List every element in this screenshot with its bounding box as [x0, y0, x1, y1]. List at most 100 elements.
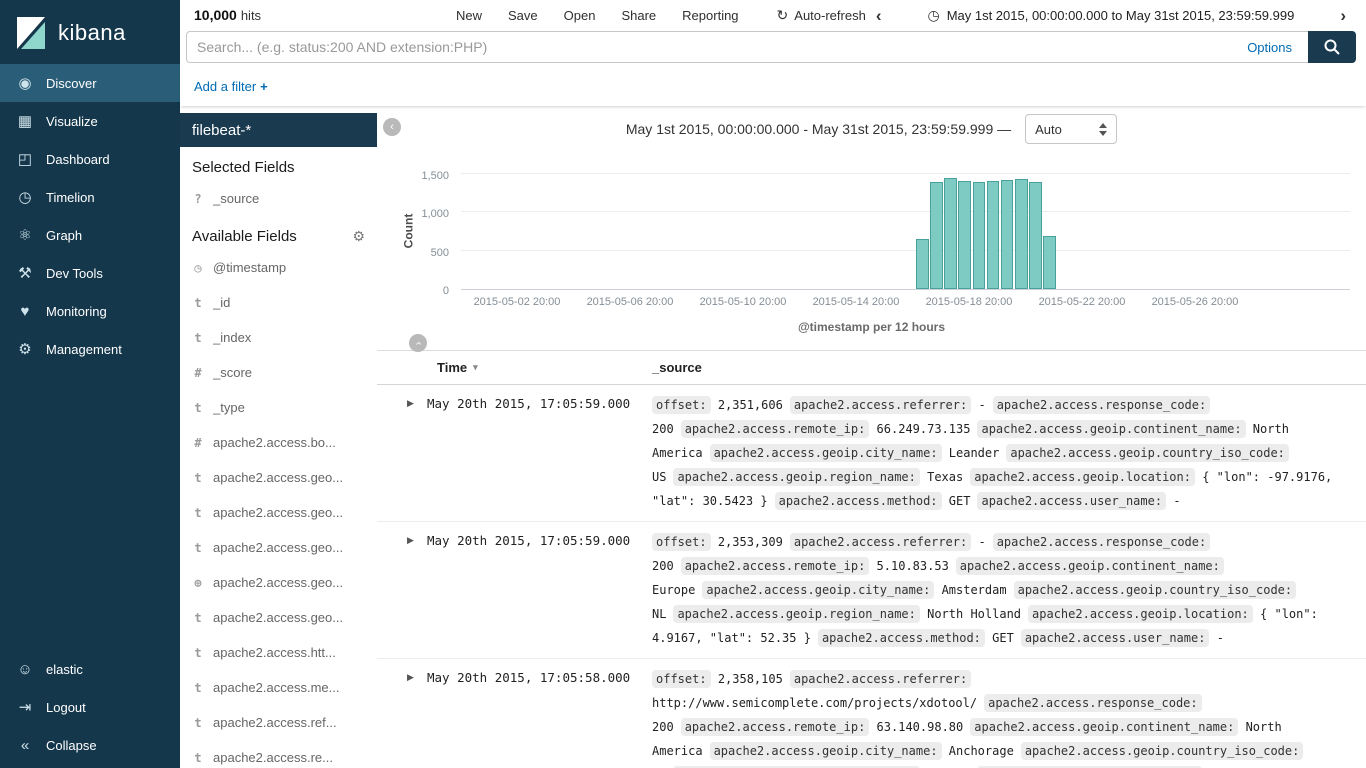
histogram-bar[interactable]	[1029, 182, 1042, 289]
field-name-badge: apache2.access.remote_ip:	[680, 718, 870, 736]
field-name-badge: apache2.access.user_name:	[1020, 629, 1210, 647]
number-type-icon: #	[194, 365, 202, 380]
menu-open[interactable]: Open	[564, 8, 596, 23]
source-column-header: _source	[652, 360, 702, 375]
field-value: Europe	[652, 583, 696, 597]
sidebar-item-label: elastic	[46, 661, 83, 677]
histogram-bar[interactable]	[972, 182, 986, 289]
field-item-apache2-access-ref[interactable]: t apache2.access.ref...	[180, 705, 377, 740]
timepicker-back-button[interactable]: ‹	[866, 7, 892, 24]
field-item-@timestamp[interactable]: ◷ @timestamp	[180, 250, 377, 285]
sidebar-item-collapse[interactable]: « Collapse	[0, 726, 180, 764]
string-type-icon: t	[194, 540, 202, 555]
global-nav-footer: ☺ elastic ⇥ Logout « Collapse	[0, 650, 180, 768]
search-button[interactable]	[1308, 31, 1356, 63]
top-toolbar: 10,000 hits New Save Open Share Reporting ↻ A…	[180, 0, 1366, 30]
histogram-bar[interactable]	[1043, 236, 1056, 289]
menu-reporting[interactable]: Reporting	[682, 8, 738, 23]
string-type-icon: t	[194, 330, 202, 345]
histogram-bar[interactable]	[916, 239, 929, 289]
sidebar-item-graph[interactable]: ⚛ Graph	[0, 216, 180, 254]
kibana-logo[interactable]: kibana	[0, 0, 180, 64]
field-item-apache2-access-re[interactable]: t apache2.access.re...	[180, 740, 377, 768]
sidebar-item-logout[interactable]: ⇥ Logout	[0, 688, 180, 726]
selected-fields-list: ? _source	[180, 181, 377, 216]
menu-save[interactable]: Save	[508, 8, 538, 23]
time-column-header[interactable]: Time ▾	[437, 360, 652, 375]
timepicker: ‹ ◷ May 1st 2015, 00:00:00.000 to May 31…	[866, 7, 1356, 24]
field-item-apache2-access-bo[interactable]: # apache2.access.bo...	[180, 425, 377, 460]
x-tick-label: 2015-05-26 20:00	[1151, 296, 1239, 308]
clock-icon: ◷	[927, 6, 940, 23]
histogram-bar[interactable]	[1000, 180, 1014, 289]
chevron-up-icon: ‹	[412, 341, 425, 345]
search-input[interactable]	[187, 32, 1232, 62]
field-name: apache2.access.geo...	[213, 470, 344, 485]
field-item-apache2-access-me[interactable]: t apache2.access.me...	[180, 670, 377, 705]
menu-share[interactable]: Share	[621, 8, 656, 23]
histogram-header: May 1st 2015, 00:00:00.000 - May 31st 20…	[377, 112, 1366, 146]
index-pattern-selector[interactable]: filebeat-*	[180, 113, 377, 147]
sidebar-item-label: Dev Tools	[46, 265, 103, 281]
histogram-bar[interactable]	[986, 181, 1000, 289]
sidebar-item-label: Collapse	[46, 737, 97, 753]
field-value: 5.10.83.53	[876, 559, 949, 573]
x-tick-label: 2015-05-14 20:00	[812, 296, 900, 308]
options-link[interactable]: Options	[1231, 40, 1308, 55]
collapse-fields-button[interactable]: ‹	[383, 118, 401, 136]
chevron-left-icon: ‹	[390, 120, 394, 133]
add-filter-button[interactable]: Add a filter +	[194, 79, 268, 94]
field-value: GET	[948, 494, 971, 508]
gridline	[461, 211, 1350, 213]
sidebar-item-visualize[interactable]: ▦ Visualize	[0, 102, 180, 140]
sidebar-item-user[interactable]: ☺ elastic	[0, 650, 180, 688]
histogram-bar[interactable]	[1015, 179, 1028, 289]
sidebar-item-timelion[interactable]: ◷ Timelion	[0, 178, 180, 216]
field-settings-gear-icon[interactable]: ⚙	[352, 228, 365, 245]
field-name-badge: apache2.access.geoip.continent_name:	[970, 718, 1239, 736]
field-item-_score[interactable]: # _score	[180, 355, 377, 390]
field-item-_source[interactable]: ? _source	[180, 181, 377, 216]
select-arrows-icon	[1099, 122, 1108, 136]
field-name-badge: offset:	[652, 533, 711, 551]
histogram-bar[interactable]	[958, 181, 971, 289]
interval-select[interactable]: Auto	[1025, 114, 1118, 144]
timepicker-range-button[interactable]: ◷ May 1st 2015, 00:00:00.000 to May 31st…	[892, 7, 1331, 24]
row-time: May 20th 2015, 17:05:59.000	[427, 396, 631, 411]
sidebar-item-discover[interactable]: ◉ Discover	[0, 64, 180, 102]
expand-row-caret-icon[interactable]: ▶	[407, 667, 427, 683]
sidebar-item-dashboard[interactable]: ◰ Dashboard	[0, 140, 180, 178]
available-fields-heading: Available Fields ⚙	[192, 228, 365, 245]
field-item-apache2-access-htt[interactable]: t apache2.access.htt...	[180, 635, 377, 670]
field-item-apache2-access-geo[interactable]: t apache2.access.geo...	[180, 495, 377, 530]
field-item-apache2-access-geo[interactable]: t apache2.access.geo...	[180, 460, 377, 495]
expand-row-caret-icon[interactable]: ▶	[407, 393, 427, 409]
field-name: _id	[213, 295, 231, 310]
sidebar-item-monitoring[interactable]: ♥ Monitoring	[0, 292, 180, 330]
field-name: apache2.access.geo...	[213, 610, 344, 625]
timepicker-forward-button[interactable]: ›	[1330, 7, 1356, 24]
sidebar-item-dev-tools[interactable]: ⚒ Dev Tools	[0, 254, 180, 292]
field-name-badge: apache2.access.response_code:	[992, 533, 1211, 551]
field-item-apache2-access-geo[interactable]: t apache2.access.geo...	[180, 600, 377, 635]
string-type-icon: t	[194, 505, 202, 520]
sidebar-item-management[interactable]: ⚙ Management	[0, 330, 180, 368]
field-item-apache2-access-geo[interactable]: ⊕ apache2.access.geo...	[180, 565, 377, 600]
histogram-bar[interactable]	[930, 182, 943, 289]
auto-refresh-button[interactable]: ↻ Auto-refresh	[777, 7, 866, 24]
field-item-_type[interactable]: t _type	[180, 390, 377, 425]
field-item-_id[interactable]: t _id	[180, 285, 377, 320]
kibana-logo-text: kibana	[58, 20, 126, 45]
field-item-_index[interactable]: t _index	[180, 320, 377, 355]
search-icon	[1324, 39, 1340, 55]
field-item-apache2-access-geo[interactable]: t apache2.access.geo...	[180, 530, 377, 565]
expand-row-caret-icon[interactable]: ▶	[407, 530, 427, 546]
histogram-bar[interactable]	[944, 178, 957, 289]
plus-icon: +	[260, 78, 268, 94]
menu-new[interactable]: New	[456, 8, 482, 23]
collapse-histogram-button[interactable]: ‹	[409, 334, 427, 352]
field-name-badge: apache2.access.geoip.continent_name:	[955, 557, 1224, 575]
time-range-text: May 1st 2015, 00:00:00.000 to May 31st 2…	[946, 7, 1295, 23]
y-tick-label: 0	[442, 285, 449, 297]
field-value: 2,353,309	[717, 535, 783, 549]
